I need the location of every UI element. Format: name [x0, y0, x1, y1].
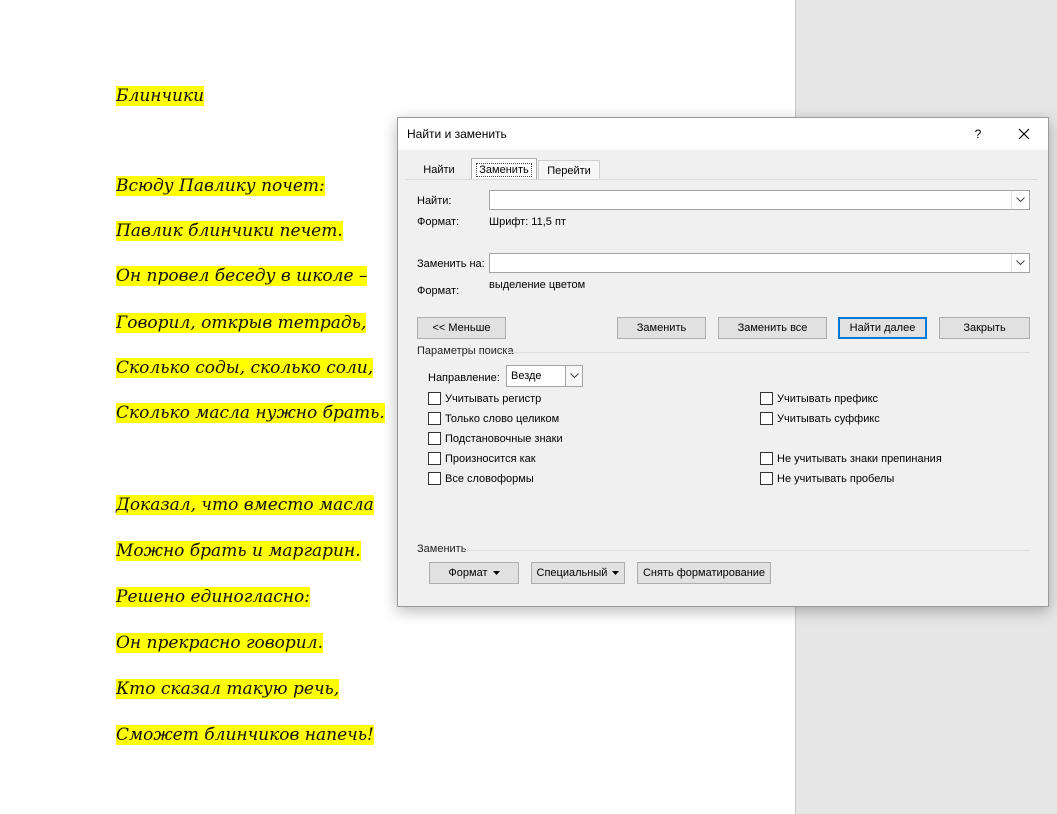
direction-label: Направление:	[428, 372, 500, 384]
less-button[interactable]: << Меньше	[417, 317, 506, 339]
checkbox-match-prefix[interactable]	[760, 392, 773, 405]
checkbox-sounds-like[interactable]	[428, 452, 441, 465]
checkbox-label: Учитывать префикс	[777, 393, 879, 405]
direction-select-value: Везде	[511, 370, 542, 382]
doc-line-text: Сможет блинчиков напечь!	[116, 725, 374, 745]
doc-line[interactable]: Кто сказал такую речь,	[116, 677, 340, 701]
replace-button[interactable]: Заменить	[617, 317, 706, 339]
doc-line[interactable]: Блинчики	[116, 84, 205, 108]
doc-line[interactable]: Он провел беседу в школе –	[116, 264, 368, 288]
doc-line-text: Доказал, что вместо масла	[116, 495, 374, 515]
clear-formatting-button[interactable]: Снять форматирование	[637, 562, 771, 584]
special-button[interactable]: Специальный	[531, 562, 625, 584]
checkbox-label: Учитывать регистр	[445, 393, 542, 405]
tab-find[interactable]: Найти	[409, 160, 469, 180]
doc-line[interactable]: Сколько масла нужно брать.	[116, 401, 385, 425]
checkbox-label: Учитывать суффикс	[777, 413, 880, 425]
checkbox-all-word-forms[interactable]	[428, 472, 441, 485]
dialog-title: Найти и заменить	[407, 127, 507, 141]
format-button-label: Формат	[448, 567, 488, 579]
find-replace-dialog: Найти и заменить ? Найти Заменить Перейт…	[397, 117, 1049, 607]
doc-line-text: Можно брать и маргарин.	[116, 541, 361, 561]
caret-down-icon	[492, 571, 500, 576]
doc-line[interactable]: Он прекрасно говорил.	[116, 631, 323, 655]
close-button[interactable]: Закрыть	[939, 317, 1030, 339]
doc-line[interactable]: Всюду Павлику почет:	[116, 174, 325, 198]
chevron-down-icon[interactable]	[565, 366, 582, 386]
replace-section-label: Заменить	[417, 543, 467, 555]
dialog-titlebar[interactable]: Найти и заменить ?	[398, 118, 1048, 150]
checkbox-ignore-whitespace[interactable]	[760, 472, 773, 485]
checkbox-wildcards[interactable]	[428, 432, 441, 445]
checkbox-label: Все словоформы	[445, 473, 534, 485]
doc-line-text: Сколько масла нужно брать.	[116, 403, 385, 423]
chevron-down-icon[interactable]	[1011, 254, 1029, 272]
doc-line[interactable]: Доказал, что вместо масла	[116, 493, 374, 517]
format-button[interactable]: Формат	[429, 562, 519, 584]
doc-line-text: Всюду Павлику почет:	[116, 176, 325, 196]
doc-line-text: Сколько соды, сколько соли,	[116, 358, 374, 378]
checkbox-label: Подстановочные знаки	[445, 433, 563, 445]
find-label: Найти:	[417, 195, 452, 207]
checkbox-match-case[interactable]	[428, 392, 441, 405]
replace-format-value: выделение цветом	[489, 279, 586, 291]
doc-line[interactable]: Можно брать и маргарин.	[116, 539, 361, 563]
special-button-label: Специальный	[536, 567, 608, 579]
checkbox-label: Не учитывать пробелы	[777, 473, 895, 485]
doc-line-text: Он прекрасно говорил.	[116, 633, 323, 653]
doc-line-text: Он провел беседу в школе –	[116, 266, 368, 286]
tab-replace-label: Заменить	[476, 163, 532, 177]
doc-line[interactable]: Сколько соды, сколько соли,	[116, 356, 374, 380]
section-divider	[508, 352, 1030, 353]
replace-input[interactable]	[489, 253, 1030, 273]
tab-replace[interactable]: Заменить	[471, 158, 537, 181]
help-button[interactable]: ?	[967, 124, 989, 144]
doc-line[interactable]: Говорил, открыв тетрадь,	[116, 311, 367, 335]
checkbox-label: Произносится как	[445, 453, 536, 465]
close-icon[interactable]	[1011, 123, 1037, 145]
find-next-button[interactable]: Найти далее	[838, 317, 927, 339]
doc-line[interactable]: Решено единогласно:	[116, 585, 310, 609]
doc-line-text: Кто сказал такую речь,	[116, 679, 340, 699]
replace-label: Заменить на:	[417, 258, 485, 270]
find-input[interactable]	[489, 190, 1030, 210]
doc-line-text: Говорил, открыв тетрадь,	[116, 313, 367, 333]
checkbox-label: Не учитывать знаки препинания	[777, 453, 942, 465]
doc-line-text: Павлик блинчики печет.	[116, 221, 343, 241]
checkbox-whole-word[interactable]	[428, 412, 441, 425]
section-divider	[464, 550, 1030, 551]
doc-line-text: Решено единогласно:	[116, 587, 310, 607]
search-options-label: Параметры поиска	[417, 345, 514, 357]
doc-line-text: Блинчики	[116, 86, 205, 106]
direction-select[interactable]: Везде	[506, 365, 583, 387]
checkbox-label: Только слово целиком	[445, 413, 560, 425]
find-format-value: Шрифт: 11,5 пт	[489, 216, 566, 228]
tab-goto[interactable]: Перейти	[538, 160, 600, 181]
chevron-down-icon[interactable]	[1011, 191, 1029, 209]
doc-line[interactable]: Павлик блинчики печет.	[116, 219, 343, 243]
doc-line[interactable]: Сможет блинчиков напечь!	[116, 723, 374, 747]
find-format-label: Формат:	[417, 216, 460, 228]
caret-down-icon	[612, 571, 620, 576]
replace-format-label: Формат:	[417, 285, 460, 297]
replace-tab-panel: Найти: Формат: Шрифт: 11,5 пт Заменить н…	[406, 179, 1037, 600]
checkbox-ignore-punctuation[interactable]	[760, 452, 773, 465]
checkbox-match-suffix[interactable]	[760, 412, 773, 425]
replace-all-button[interactable]: Заменить все	[718, 317, 827, 339]
